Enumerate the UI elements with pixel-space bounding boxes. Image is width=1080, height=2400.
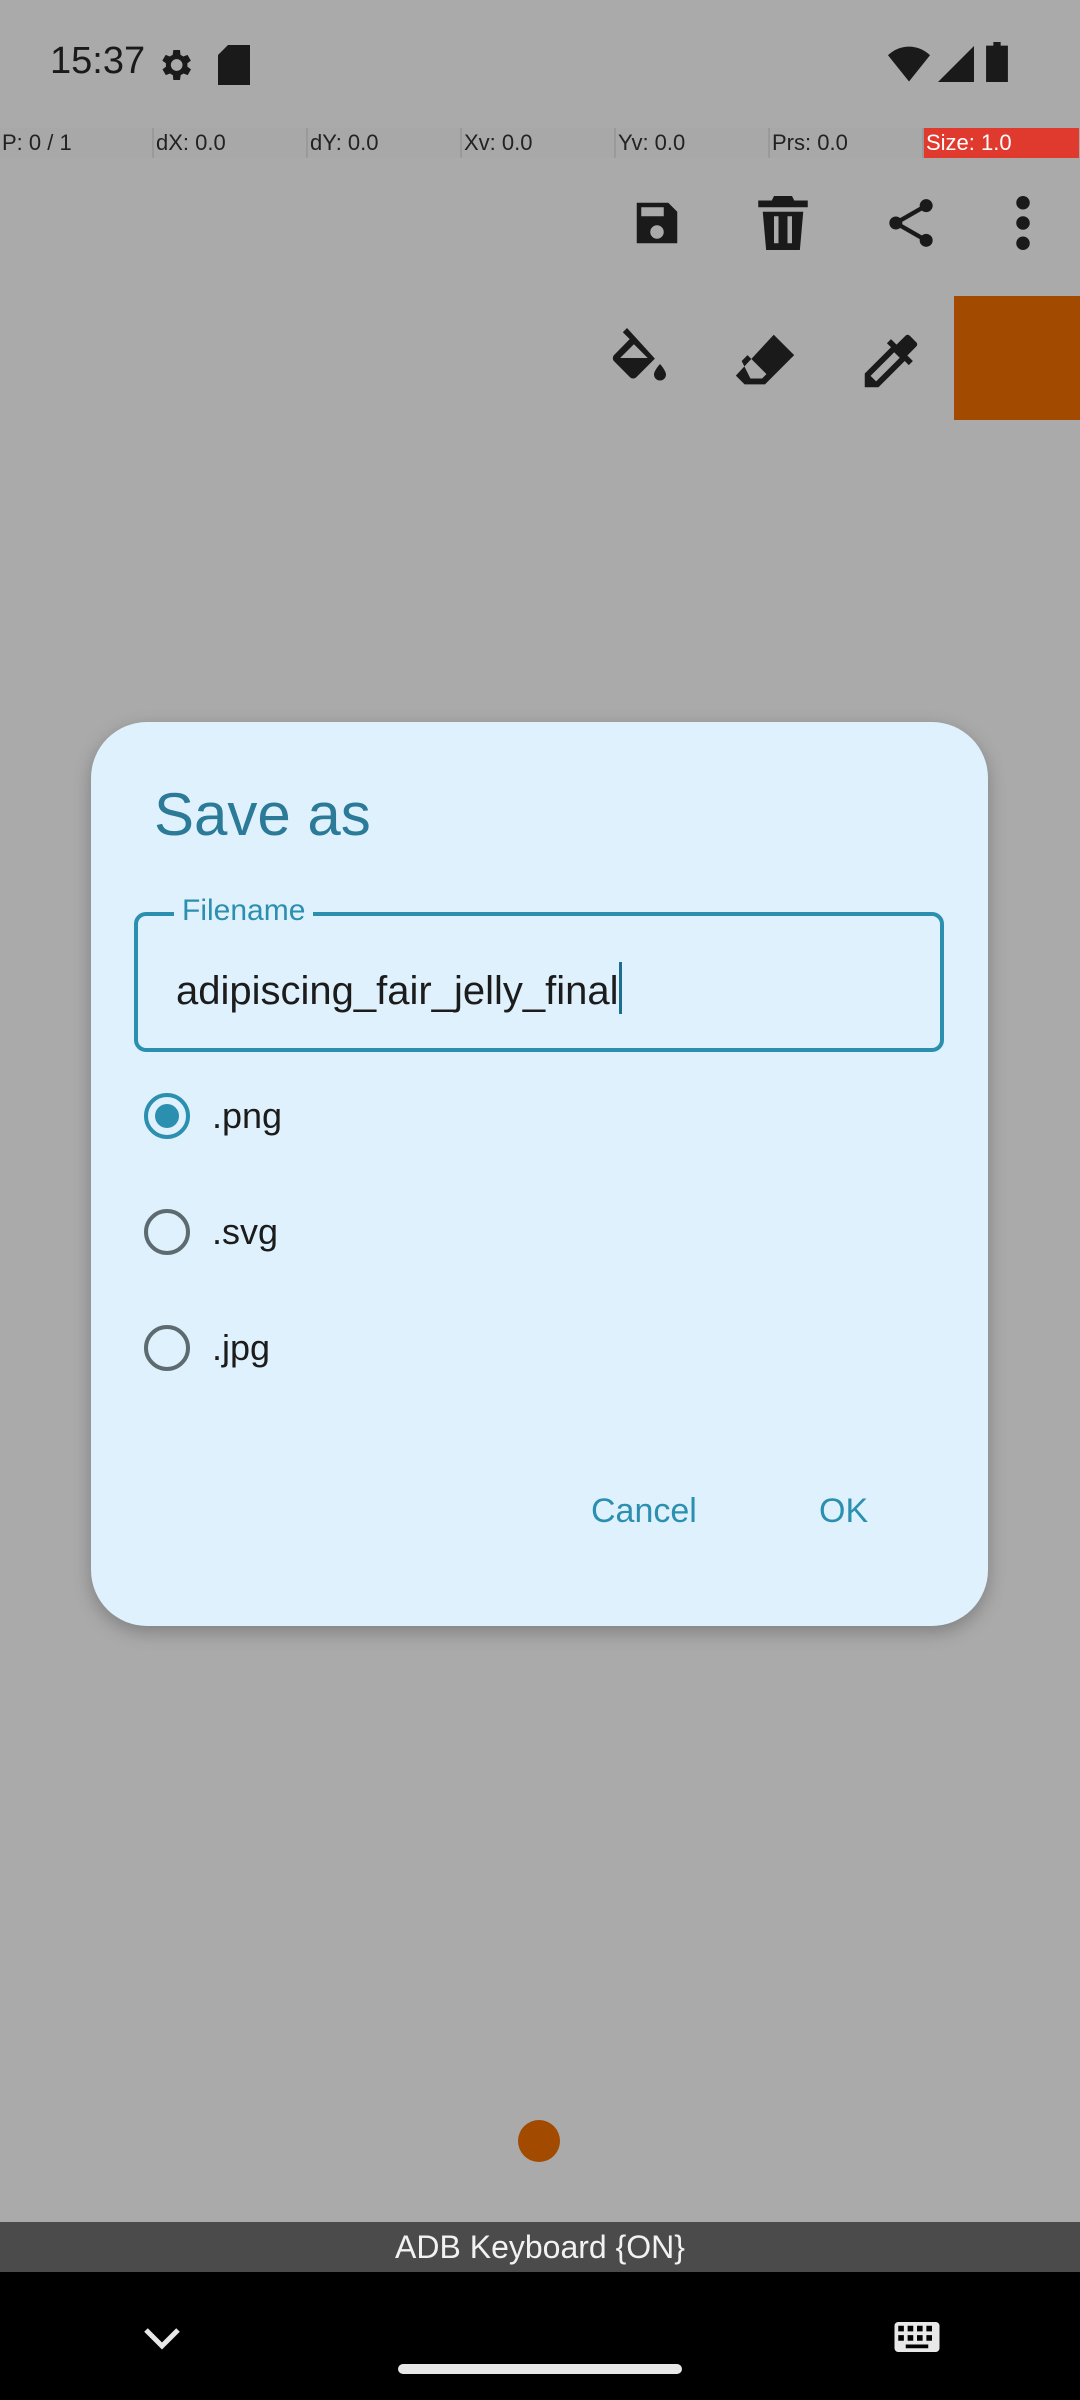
paint-bucket-icon <box>612 328 666 381</box>
more-options-button[interactable] <box>978 178 1068 268</box>
pointer-count: P: 0 / 1 <box>0 128 154 158</box>
signal-icon <box>938 46 974 82</box>
save-button[interactable] <box>612 178 702 268</box>
eraser-icon <box>735 334 795 385</box>
cancel-button[interactable]: Cancel <box>591 1492 697 1531</box>
pointer-dy: dY: 0.0 <box>308 128 462 158</box>
sd-card-icon <box>218 45 250 85</box>
navigation-bar <box>0 2272 1080 2400</box>
filename-input[interactable]: Filename adipiscing_fair_jelly_final <box>134 894 944 1052</box>
keyboard-status-bar: ADB Keyboard {ON} <box>0 2222 1080 2272</box>
save-as-dialog: Save as Filename adipiscing_fair_jelly_f… <box>91 722 988 1626</box>
more-vert-icon <box>1016 196 1030 250</box>
share-icon <box>889 199 933 247</box>
format-option-png[interactable]: .png <box>144 1068 924 1164</box>
color-picker-tool-button[interactable] <box>846 316 936 406</box>
home-gesture-pill[interactable] <box>398 2364 682 2374</box>
radio-svg[interactable] <box>144 1209 190 1255</box>
format-label: .svg <box>212 1211 279 1252</box>
trash-icon <box>758 196 808 250</box>
current-color-swatch[interactable] <box>954 296 1080 420</box>
radio-jpg[interactable] <box>144 1325 190 1371</box>
chevron-down-icon[interactable] <box>142 2326 182 2350</box>
battery-icon <box>986 42 1008 82</box>
filename-value: adipiscing_fair_jelly_final <box>176 962 623 1014</box>
format-label: .jpg <box>212 1327 271 1368</box>
settings-icon <box>162 50 191 80</box>
pointer-xv: Xv: 0.0 <box>462 128 616 158</box>
eraser-tool-button[interactable] <box>720 316 810 406</box>
share-button[interactable] <box>866 178 956 268</box>
tool-toolbar <box>0 296 1080 420</box>
keyboard-icon[interactable] <box>894 2322 940 2352</box>
format-label: .png <box>212 1095 283 1136</box>
fill-tool-button[interactable] <box>594 316 684 406</box>
brush-cursor <box>518 2120 560 2162</box>
pointer-size: Size: 1.0 <box>924 128 1079 158</box>
save-icon <box>636 202 678 244</box>
filename-label: Filename <box>174 894 314 928</box>
text-caret <box>619 962 623 1014</box>
status-bar: 15:37 <box>0 0 1080 128</box>
format-option-jpg[interactable]: .jpg <box>144 1300 924 1396</box>
pointer-dx: dX: 0.0 <box>154 128 308 158</box>
wifi-icon <box>888 46 930 82</box>
pointer-pressure: Prs: 0.0 <box>770 128 924 158</box>
top-toolbar <box>0 158 1080 296</box>
eyedropper-icon <box>864 334 918 388</box>
format-option-svg[interactable]: .svg <box>144 1184 924 1280</box>
dialog-title: Save as <box>154 781 371 848</box>
ok-button[interactable]: OK <box>819 1492 868 1531</box>
pointer-yv: Yv: 0.0 <box>616 128 770 158</box>
radio-png[interactable] <box>144 1093 190 1139</box>
delete-button[interactable] <box>738 178 828 268</box>
pointer-info-bar: P: 0 / 1 dX: 0.0 dY: 0.0 Xv: 0.0 Yv: 0.0… <box>0 128 1080 158</box>
status-time: 15:37 <box>50 40 146 82</box>
